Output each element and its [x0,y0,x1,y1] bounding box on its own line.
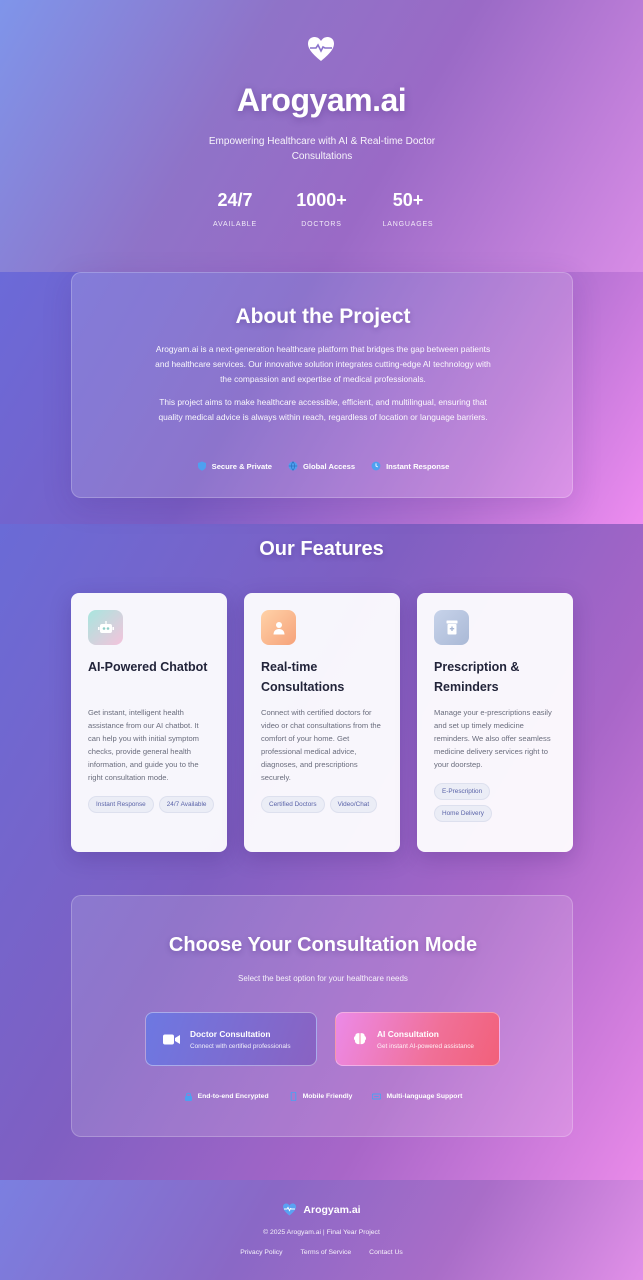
doctor-icon [273,621,284,634]
contact-us-link[interactable]: Contact Us [369,1249,403,1256]
shield-icon [197,461,206,471]
feature-tag: 24/7 Available [158,796,215,813]
stat-value: 24/7 [217,190,253,210]
stat-label: AVAILABLE [213,221,257,228]
language-icon [372,1093,382,1100]
footer-links: Privacy Policy Terms of Service Contact … [0,1249,643,1256]
doctor-consultation-title: Doctor Consultation [190,1028,271,1039]
highlight-label: Global Access [303,461,356,471]
feature-icon-badge [434,610,469,645]
feature-tag: Video/Chat [329,796,378,813]
mode-feature-multilanguage: Multi-language Support [372,1092,462,1101]
mode-feature-label: Mobile Friendly [302,1093,353,1100]
mode-feature-encrypted: End-to-end Encrypted [184,1092,269,1101]
highlight-label: Secure & Private [211,461,272,471]
feature-tags: Instant Response 24/7 Available [88,796,218,813]
feature-description: Manage your e-prescriptions easily and s… [434,708,552,769]
ai-consultation-button[interactable]: AI Consultation Get instant AI-powered a… [335,1012,500,1066]
feature-description: Get instant, intelligent health assistan… [88,708,200,782]
footer-copyright: © 2025 Arogyam.ai | Final Year Project [263,1229,380,1236]
feature-title: AI-Powered Chatbot [88,660,208,674]
feature-icon-badge [88,610,123,645]
highlight-instant: Instant Response [371,461,449,471]
ai-consultation-title: AI Consultation [377,1028,439,1039]
stat-label: DOCTORS [301,221,342,228]
about-paragraph: Arogyam.ai is a next-generation healthca… [155,344,491,384]
feature-tag: E-Prescription [434,783,491,800]
mode-feature-mobile: Mobile Friendly [289,1092,353,1101]
ai-consultation-subtitle: Get instant AI-powered assistance [377,1042,474,1050]
feature-tag: Certified Doctors [261,796,325,813]
hero-tagline: Empowering Healthcare with AI & Real-tim… [208,136,436,162]
hero-section: Arogyam.ai Empowering Healthcare with AI… [0,0,643,272]
consultation-mode-card: Choose Your Consultation Mode Select the… [71,895,573,1137]
heart-pulse-icon [308,37,334,61]
about-highlights: Secure & Private Global Access Instant R… [72,461,574,471]
about-card: About the Project Arogyam.ai is a next-g… [71,272,573,498]
feature-tag: Instant Response [88,796,154,813]
clock-icon [371,461,381,471]
terms-of-service-link[interactable]: Terms of Service [301,1249,352,1256]
feature-tags: E-Prescription Home Delivery [434,783,564,822]
highlight-label: Instant Response [386,461,450,471]
globe-icon [288,461,298,471]
feature-icon-badge [261,610,296,645]
feature-tag: Home Delivery [434,805,492,822]
stat-languages: 50+ LANGUAGES [373,190,443,228]
feature-tags: Certified Doctors Video/Chat [261,796,391,813]
stat-value: 50+ [392,190,424,210]
stat-availability: 24/7 AVAILABLE [200,190,270,228]
about-title: About the Project [235,305,411,328]
footer-brand-name: Arogyam.ai [303,1203,361,1216]
mode-feature-label: End-to-end Encrypted [197,1093,269,1100]
mobile-phone-icon [290,1092,296,1101]
robot-icon [97,620,114,633]
heart-pulse-icon [283,1203,297,1216]
feature-card-consultations[interactable]: Real-time Consultations Connect with cer… [244,593,400,852]
stat-doctors: 1000+ DOCTORS [287,190,357,228]
features-title: Our Features [259,538,384,560]
stat-value: 1000+ [296,190,347,210]
mode-feature-list: End-to-end Encrypted Mobile Friendly Mul… [72,1092,574,1101]
feature-card-chatbot[interactable]: AI-Powered Chatbot Get instant, intellig… [71,593,227,852]
feature-card-prescription[interactable]: Prescription & Reminders Manage your e-p… [417,593,573,852]
highlight-global: Global Access [288,461,355,471]
feature-title: Prescription & Reminders [434,660,520,694]
feature-description: Connect with certified doctors for video… [261,708,381,782]
about-paragraph: This project aims to make healthcare acc… [158,397,488,422]
stat-label: LANGUAGES [382,221,434,228]
feature-title: Real-time Consultations [261,660,345,694]
mode-title: Choose Your Consultation Mode [168,934,478,956]
mode-subtitle: Select the best option for your healthca… [238,974,408,983]
prescription-bottle-icon [446,620,457,635]
doctor-consultation-button[interactable]: Doctor Consultation Connect with certifi… [145,1012,317,1066]
lock-icon [184,1092,192,1101]
stats-row: 24/7 AVAILABLE 1000+ DOCTORS 50+ LANGUAG… [200,190,443,228]
highlight-secure: Secure & Private [197,461,272,471]
privacy-policy-link[interactable]: Privacy Policy [240,1249,282,1256]
mode-feature-label: Multi-language Support [386,1093,463,1100]
brand-title: Arogyam.ai [236,82,407,118]
footer-brand: Arogyam.ai [0,1203,643,1216]
doctor-consultation-subtitle: Connect with certified professionals [190,1042,291,1050]
brain-icon [353,1033,367,1045]
video-camera-icon [163,1034,180,1044]
